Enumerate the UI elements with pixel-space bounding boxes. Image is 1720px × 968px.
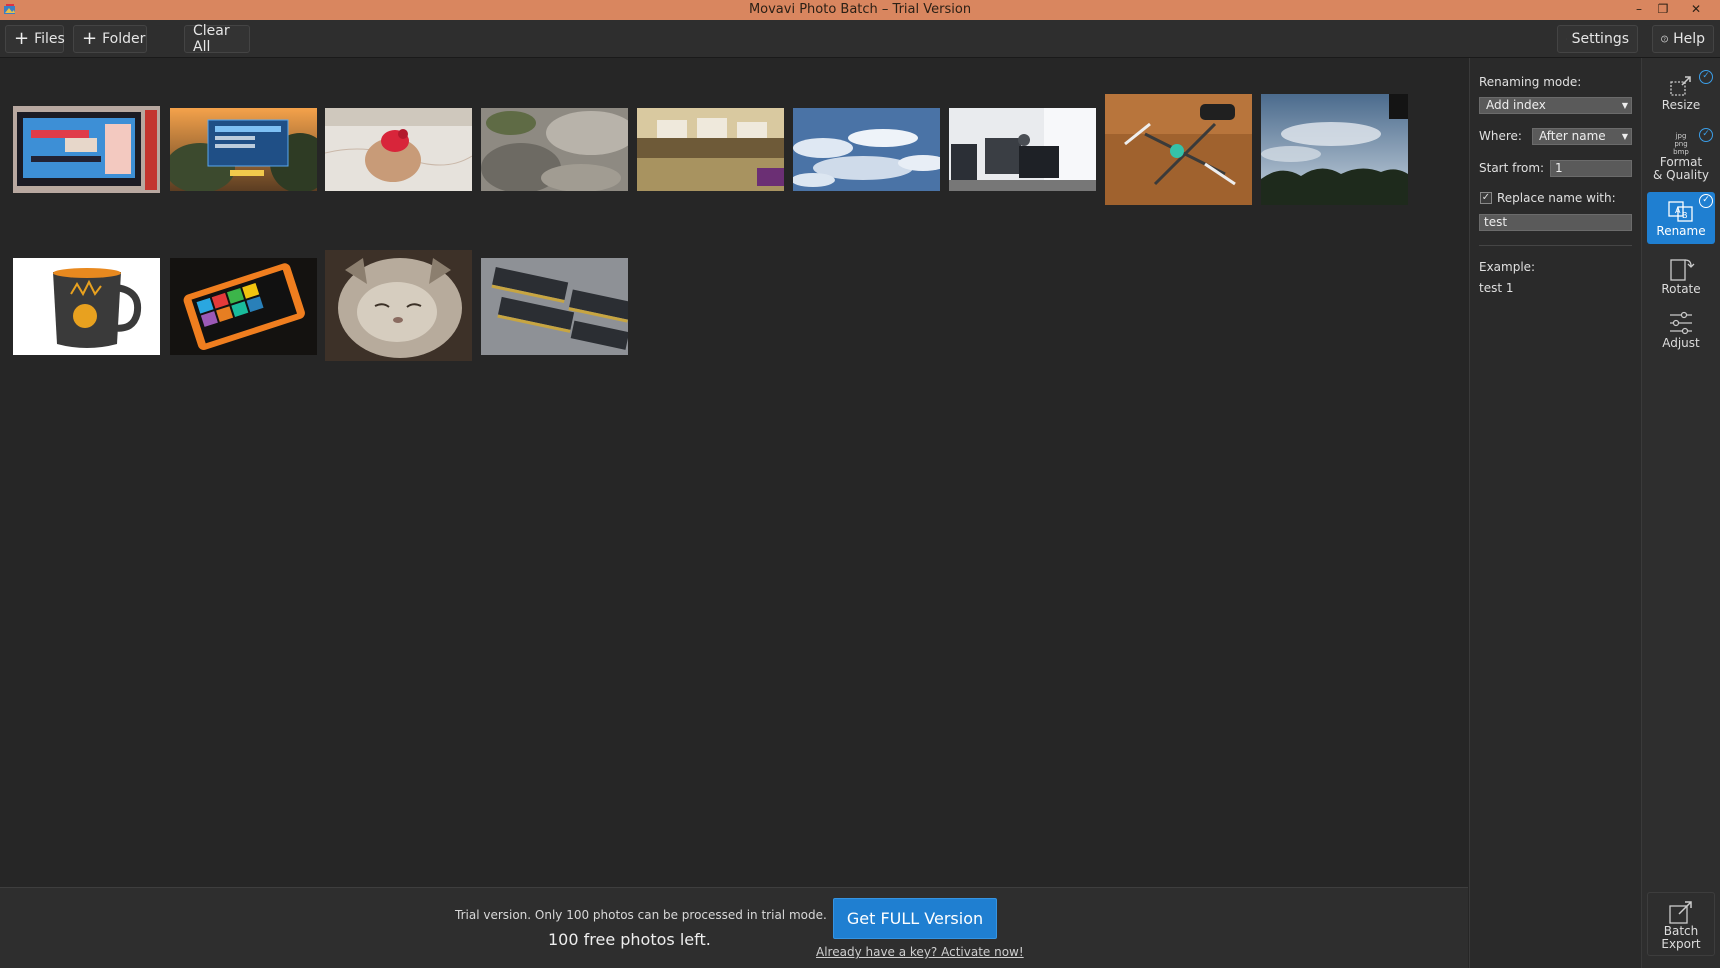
svg-text:jpg: jpg [1675, 132, 1687, 140]
rename-label: Rename [1656, 224, 1706, 238]
sliders-icon [1670, 311, 1692, 335]
free-photos-left: 100 free photos left. [548, 930, 711, 949]
export-icon [1669, 901, 1692, 924]
help-button[interactable]: ? Help [1652, 25, 1714, 53]
renaming-mode-label: Renaming mode: [1479, 75, 1582, 89]
svg-text:png: png [1674, 140, 1687, 148]
example-label: Example: [1479, 260, 1536, 274]
sky-trees-photo[interactable] [1261, 94, 1408, 205]
where-label: Where: [1479, 129, 1522, 143]
batch-label-line2: Export [1661, 937, 1701, 951]
resize-label: Resize [1661, 98, 1701, 112]
cat-photo[interactable] [325, 250, 472, 361]
format-quality-tool[interactable]: ✓ jpg png bmp Format & Quality [1647, 126, 1715, 188]
settings-button[interactable]: Settings [1557, 25, 1638, 53]
phone-photo[interactable] [170, 258, 317, 355]
check-badge-icon: ✓ [1699, 128, 1713, 142]
replace-name-input[interactable]: test [1479, 214, 1632, 231]
add-files-button[interactable]: + Files [5, 25, 65, 53]
svg-text:A: A [1675, 206, 1681, 215]
close-button[interactable]: ✕ [1684, 0, 1708, 20]
example-value: test 1 [1479, 281, 1514, 295]
format-label-line2: & Quality [1652, 168, 1710, 182]
rename-icon: A B [1668, 201, 1693, 222]
photo-grid [0, 58, 1468, 887]
gear-icon [1566, 38, 1567, 40]
plus-icon: + [14, 28, 30, 49]
start-from-input[interactable]: 1 [1550, 160, 1632, 177]
replace-name-checkbox[interactable]: ✓ [1480, 192, 1492, 204]
help-label: Help [1673, 31, 1705, 47]
rotate-label: Rotate [1661, 282, 1701, 296]
rocks-photo[interactable] [481, 108, 628, 191]
renaming-mode-value: Add index [1486, 98, 1546, 112]
desktop-app-photo[interactable] [170, 108, 317, 191]
clouds-photo[interactable] [793, 108, 940, 191]
toolbar: + Files + Folder Clear All Settings ? He… [0, 20, 1720, 58]
office-desk-photo[interactable] [949, 108, 1096, 191]
mug-photo[interactable] [13, 258, 160, 355]
clear-all-button[interactable]: Clear All [184, 23, 250, 55]
resize-icon [1670, 76, 1691, 96]
check-badge-icon: ✓ [1699, 70, 1713, 84]
replace-name-label: Replace name with: [1497, 191, 1616, 205]
rename-tool[interactable]: ✓ A B Rename [1647, 192, 1715, 244]
trial-bar: Trial version. Only 100 photos can be pr… [0, 887, 1468, 968]
dropdown-arrow-icon: ▼ [1621, 101, 1628, 110]
batch-export-button[interactable]: Batch Export [1647, 892, 1715, 956]
settings-label: Settings [1571, 31, 1629, 47]
resize-tool[interactable]: ✓ Resize [1647, 68, 1715, 120]
ram-modules-photo[interactable] [481, 258, 628, 355]
renaming-mode-select[interactable]: Add index ▼ [1479, 97, 1632, 114]
divider [1479, 245, 1632, 246]
adjust-tool[interactable]: Adjust [1647, 304, 1715, 356]
add-folder-button[interactable]: + Folder [73, 25, 147, 53]
rotate-icon [1670, 259, 1695, 281]
svg-text:B: B [1682, 211, 1688, 220]
window-title: Movavi Photo Batch – Trial Version [748, 2, 972, 17]
tool-strip: ✓ Resize ✓ jpg png bmp Format & Quality … [1641, 58, 1720, 968]
tv-screen-photo[interactable] [13, 106, 160, 193]
title-bar: Movavi Photo Batch – Trial Version – ❐ ✕ [0, 0, 1720, 20]
clear-all-label: Clear All [193, 23, 230, 55]
get-full-version-button[interactable]: Get FULL Version [833, 898, 997, 939]
restaurant-photo[interactable] [637, 108, 784, 191]
activate-link[interactable]: Already have a key? Activate now! [816, 945, 1024, 959]
help-icon: ? [1661, 35, 1668, 43]
start-from-label: Start from: [1479, 161, 1545, 175]
rename-settings-panel: Renaming mode: Add index ▼ Where: After … [1469, 58, 1641, 968]
where-value: After name [1539, 129, 1606, 143]
rotate-tool[interactable]: Rotate [1647, 250, 1715, 302]
towel-flower-photo[interactable] [325, 108, 472, 191]
check-badge-icon: ✓ [1699, 194, 1713, 208]
add-files-label: Files [34, 31, 65, 47]
format-icon: jpg png bmp [1673, 132, 1689, 156]
minimize-button[interactable]: – [1627, 0, 1651, 20]
where-select[interactable]: After name ▼ [1532, 128, 1632, 145]
drone-photo[interactable] [1105, 94, 1252, 205]
dropdown-arrow-icon: ▼ [1621, 132, 1628, 141]
plus-icon: + [82, 28, 98, 49]
adjust-label: Adjust [1662, 336, 1700, 350]
restore-button[interactable]: ❐ [1651, 0, 1675, 20]
add-folder-label: Folder [102, 31, 146, 47]
trial-message: Trial version. Only 100 photos can be pr… [455, 908, 827, 922]
